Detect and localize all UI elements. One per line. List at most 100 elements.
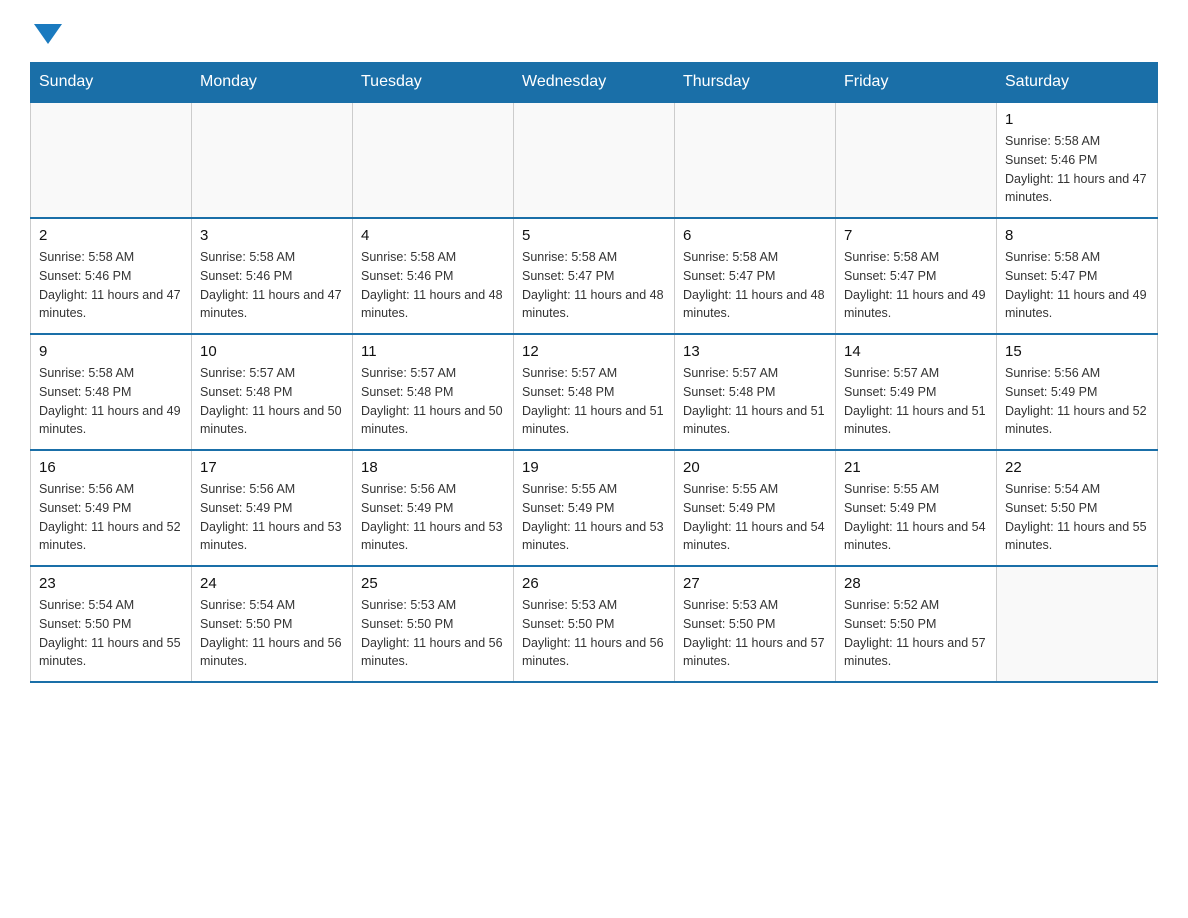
- day-info: Sunrise: 5:58 AM Sunset: 5:47 PM Dayligh…: [522, 248, 666, 323]
- day-number: 11: [361, 343, 505, 360]
- header-wednesday: Wednesday: [514, 63, 675, 103]
- day-info: Sunrise: 5:54 AM Sunset: 5:50 PM Dayligh…: [200, 596, 344, 671]
- calendar-cell: 11 Sunrise: 5:57 AM Sunset: 5:48 PM Dayli…: [353, 334, 514, 450]
- day-info: Sunrise: 5:58 AM Sunset: 5:47 PM Dayligh…: [683, 248, 827, 323]
- day-number: 7: [844, 227, 988, 244]
- header: [30, 20, 1158, 44]
- day-number: 22: [1005, 459, 1149, 476]
- calendar-cell: [997, 566, 1158, 682]
- day-number: 6: [683, 227, 827, 244]
- calendar-cell: 25Sunrise: 5:53 AM Sunset: 5:50 PM Dayli…: [353, 566, 514, 682]
- calendar-cell: 23 Sunrise: 5:54 AM Sunset: 5:50 PM Dayli…: [31, 566, 192, 682]
- calendar-cell: 12 Sunrise: 5:57 AM Sunset: 5:48 PM Dayli…: [514, 334, 675, 450]
- calendar-cell: 17 Sunrise: 5:56 AM Sunset: 5:49 PM Dayli…: [192, 450, 353, 566]
- day-number: 17: [200, 459, 344, 476]
- day-info: Sunrise: 5:56 AM Sunset: 5:49 PM Dayligh…: [1005, 364, 1149, 439]
- calendar-cell: 7 Sunrise: 5:58 AM Sunset: 5:47 PM Daylig…: [836, 218, 997, 334]
- calendar-cell: [31, 102, 192, 218]
- calendar-cell: 5 Sunrise: 5:58 AM Sunset: 5:47 PM Daylig…: [514, 218, 675, 334]
- day-number: 26: [522, 575, 666, 592]
- calendar-cell: 27 Sunrise: 5:53 AM Sunset: 5:50 PM Dayli…: [675, 566, 836, 682]
- day-info: Sunrise: 5:55 AM Sunset: 5:49 PM Dayligh…: [522, 480, 666, 555]
- day-info: Sunrise: 5:56 AM Sunset: 5:49 PM Dayligh…: [39, 480, 183, 555]
- calendar-cell: 26 Sunrise: 5:53 AM Sunset: 5:50 PM Dayli…: [514, 566, 675, 682]
- day-number: 24: [200, 575, 344, 592]
- day-number: 12: [522, 343, 666, 360]
- day-number: 5: [522, 227, 666, 244]
- calendar-cell: 14 Sunrise: 5:57 AM Sunset: 5:49 PM Dayli…: [836, 334, 997, 450]
- day-number: 2: [39, 227, 183, 244]
- day-number: 9: [39, 343, 183, 360]
- day-info: Sunrise: 5:58 AM Sunset: 5:46 PM Dayligh…: [361, 248, 505, 323]
- day-number: 20: [683, 459, 827, 476]
- day-info: Sunrise: 5:58 AM Sunset: 5:46 PM Dayligh…: [39, 248, 183, 323]
- day-info: Sunrise: 5:57 AM Sunset: 5:48 PM Dayligh…: [683, 364, 827, 439]
- day-info: Sunrise: 5:57 AM Sunset: 5:48 PM Dayligh…: [200, 364, 344, 439]
- header-monday: Monday: [192, 63, 353, 103]
- calendar-cell: 28 Sunrise: 5:52 AM Sunset: 5:50 PM Dayli…: [836, 566, 997, 682]
- day-number: 18: [361, 459, 505, 476]
- header-thursday: Thursday: [675, 63, 836, 103]
- day-info: Sunrise: 5:56 AM Sunset: 5:49 PM Dayligh…: [200, 480, 344, 555]
- day-number: 4: [361, 227, 505, 244]
- calendar-cell: 24 Sunrise: 5:54 AM Sunset: 5:50 PM Dayli…: [192, 566, 353, 682]
- day-number: 21: [844, 459, 988, 476]
- day-info: Sunrise: 5:58 AM Sunset: 5:47 PM Dayligh…: [1005, 248, 1149, 323]
- day-number: 28: [844, 575, 988, 592]
- day-info: Sunrise: 5:58 AM Sunset: 5:46 PM Dayligh…: [200, 248, 344, 323]
- header-saturday: Saturday: [997, 63, 1158, 103]
- day-info: Sunrise: 5:57 AM Sunset: 5:49 PM Dayligh…: [844, 364, 988, 439]
- day-number: 13: [683, 343, 827, 360]
- day-number: 10: [200, 343, 344, 360]
- day-info: Sunrise: 5:56 AM Sunset: 5:49 PM Dayligh…: [361, 480, 505, 555]
- logo: [30, 20, 62, 44]
- calendar-cell: 16Sunrise: 5:56 AM Sunset: 5:49 PM Dayli…: [31, 450, 192, 566]
- day-info: Sunrise: 5:58 AM Sunset: 5:48 PM Dayligh…: [39, 364, 183, 439]
- calendar-cell: 13 Sunrise: 5:57 AM Sunset: 5:48 PM Dayli…: [675, 334, 836, 450]
- calendar-cell: 8 Sunrise: 5:58 AM Sunset: 5:47 PM Daylig…: [997, 218, 1158, 334]
- day-number: 19: [522, 459, 666, 476]
- day-number: 3: [200, 227, 344, 244]
- calendar-cell: 21 Sunrise: 5:55 AM Sunset: 5:49 PM Dayli…: [836, 450, 997, 566]
- calendar-cell: [514, 102, 675, 218]
- day-info: Sunrise: 5:57 AM Sunset: 5:48 PM Dayligh…: [522, 364, 666, 439]
- calendar-week-2: 9 Sunrise: 5:58 AM Sunset: 5:48 PM Daylig…: [31, 334, 1158, 450]
- calendar-cell: 9 Sunrise: 5:58 AM Sunset: 5:48 PM Daylig…: [31, 334, 192, 450]
- day-info: Sunrise: 5:54 AM Sunset: 5:50 PM Dayligh…: [39, 596, 183, 671]
- calendar-cell: 4 Sunrise: 5:58 AM Sunset: 5:46 PM Daylig…: [353, 218, 514, 334]
- day-number: 23: [39, 575, 183, 592]
- calendar-header-row: SundayMondayTuesdayWednesdayThursdayFrid…: [31, 63, 1158, 103]
- logo-triangle-icon: [34, 24, 62, 44]
- day-info: Sunrise: 5:53 AM Sunset: 5:50 PM Dayligh…: [522, 596, 666, 671]
- calendar-table: SundayMondayTuesdayWednesdayThursdayFrid…: [30, 62, 1158, 683]
- day-info: Sunrise: 5:55 AM Sunset: 5:49 PM Dayligh…: [844, 480, 988, 555]
- calendar-cell: 18 Sunrise: 5:56 AM Sunset: 5:49 PM Dayli…: [353, 450, 514, 566]
- calendar-cell: [353, 102, 514, 218]
- day-info: Sunrise: 5:58 AM Sunset: 5:47 PM Dayligh…: [844, 248, 988, 323]
- calendar-cell: [836, 102, 997, 218]
- day-info: Sunrise: 5:53 AM Sunset: 5:50 PM Dayligh…: [683, 596, 827, 671]
- day-number: 14: [844, 343, 988, 360]
- day-info: Sunrise: 5:54 AM Sunset: 5:50 PM Dayligh…: [1005, 480, 1149, 555]
- calendar-week-3: 16Sunrise: 5:56 AM Sunset: 5:49 PM Dayli…: [31, 450, 1158, 566]
- calendar-cell: 22 Sunrise: 5:54 AM Sunset: 5:50 PM Dayli…: [997, 450, 1158, 566]
- day-number: 27: [683, 575, 827, 592]
- calendar-cell: 15 Sunrise: 5:56 AM Sunset: 5:49 PM Dayli…: [997, 334, 1158, 450]
- calendar-cell: 10 Sunrise: 5:57 AM Sunset: 5:48 PM Dayli…: [192, 334, 353, 450]
- day-info: Sunrise: 5:58 AM Sunset: 5:46 PM Dayligh…: [1005, 132, 1149, 207]
- calendar-cell: 1Sunrise: 5:58 AM Sunset: 5:46 PM Daylig…: [997, 102, 1158, 218]
- day-number: 15: [1005, 343, 1149, 360]
- day-number: 8: [1005, 227, 1149, 244]
- calendar-cell: 3 Sunrise: 5:58 AM Sunset: 5:46 PM Daylig…: [192, 218, 353, 334]
- calendar-week-0: 1Sunrise: 5:58 AM Sunset: 5:46 PM Daylig…: [31, 102, 1158, 218]
- header-sunday: Sunday: [31, 63, 192, 103]
- calendar-cell: [192, 102, 353, 218]
- header-tuesday: Tuesday: [353, 63, 514, 103]
- calendar-cell: 19 Sunrise: 5:55 AM Sunset: 5:49 PM Dayli…: [514, 450, 675, 566]
- day-info: Sunrise: 5:57 AM Sunset: 5:48 PM Dayligh…: [361, 364, 505, 439]
- calendar-week-1: 2 Sunrise: 5:58 AM Sunset: 5:46 PM Daylig…: [31, 218, 1158, 334]
- day-info: Sunrise: 5:53 AM Sunset: 5:50 PM Dayligh…: [361, 596, 505, 671]
- day-info: Sunrise: 5:52 AM Sunset: 5:50 PM Dayligh…: [844, 596, 988, 671]
- calendar-cell: [675, 102, 836, 218]
- day-info: Sunrise: 5:55 AM Sunset: 5:49 PM Dayligh…: [683, 480, 827, 555]
